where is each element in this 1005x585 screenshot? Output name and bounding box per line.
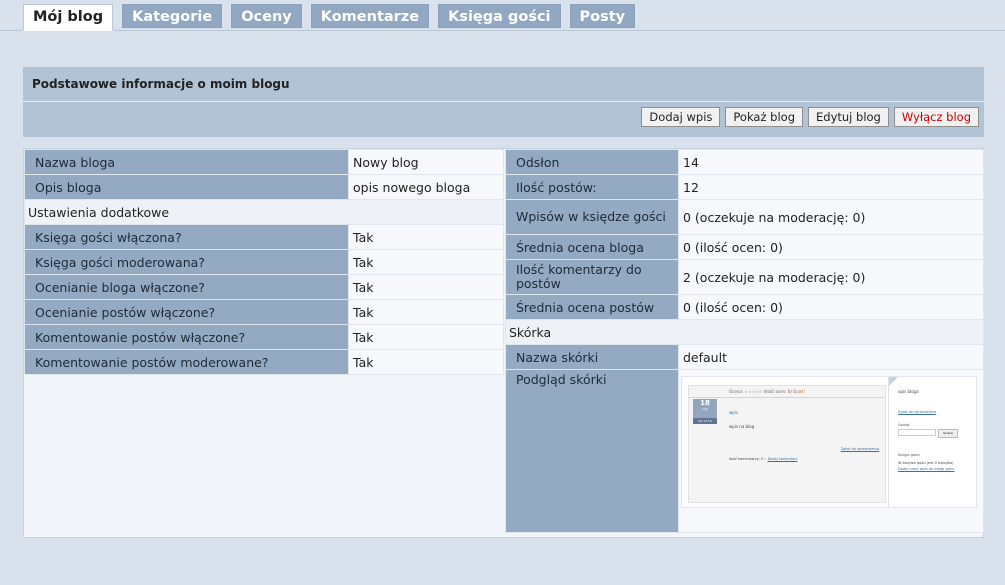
preview-guestbook-title: Księga gości — [898, 453, 920, 457]
panel-title: Podstawowe informacje o moim blogu — [32, 77, 290, 91]
preview-corner-fold — [889, 377, 898, 386]
panel-divider — [23, 101, 984, 102]
edit-blog-button[interactable]: Edytuj blog — [808, 107, 889, 127]
show-blog-button[interactable]: Pokaż blog — [725, 107, 803, 127]
setting-label: Księga gości włączona? — [24, 224, 349, 250]
stat-label: Ilość postów: — [505, 174, 679, 200]
stat-value: 0 (oczekuje na moderację: 0) — [678, 199, 984, 235]
preview-date-time: 00:17:16 — [693, 418, 717, 424]
skin-name-label: Nazwa skórki — [505, 344, 679, 370]
table-row: Ilość komentarzy do postów 2 (oczekuje n… — [505, 259, 984, 295]
section-heading-settings: Ustawienia dodatkowe — [24, 199, 504, 225]
preview-post-body: wpis na blog — [729, 424, 755, 429]
table-row: Ocenianie bloga włączone? Tak — [24, 274, 504, 300]
add-post-button[interactable]: Dodaj wpis — [641, 107, 721, 127]
preview-side-desc: opis bloga — [898, 389, 919, 394]
stat-value: 14 — [678, 149, 984, 175]
table-row: Opis bloga opis nowego bloga — [24, 174, 504, 200]
table-row: Odsłon 14 — [505, 149, 984, 175]
stat-value: 12 — [678, 174, 984, 200]
preview-search-button: Szukaj — [938, 429, 958, 438]
stat-label: Średnia ocena bloga — [505, 234, 679, 260]
table-row: Skórka — [505, 319, 984, 345]
setting-value: Tak — [348, 274, 504, 300]
blog-desc-value: opis nowego bloga — [348, 174, 504, 200]
stat-value: 0 (ilość ocen: 0) — [678, 294, 984, 320]
preview-side-report: Zgłoś do sprawdzenia — [898, 410, 937, 414]
table-row: Wpisów w księdze gości 0 (oczekuje na mo… — [505, 199, 984, 235]
setting-label: Komentowanie postów włączone? — [24, 324, 349, 350]
blog-settings-table: Nazwa bloga Nowy blog Opis bloga opis no… — [24, 149, 504, 375]
tab-bar: Mój blog Kategorie Oceny Komentarze Księ… — [23, 4, 644, 31]
table-row: Komentowanie postów moderowane? Tak — [24, 349, 504, 375]
preview-main-column: Ocena: ☆☆☆☆☆ (Ilość ocen: 0) Oceń! 18 lu… — [688, 385, 886, 503]
setting-label: Komentowanie postów moderowane? — [24, 349, 349, 375]
blog-desc-label: Opis bloga — [24, 174, 349, 200]
tab-categories[interactable]: Kategorie — [122, 4, 223, 28]
setting-value: Tak — [348, 324, 504, 350]
table-row: Komentowanie postów włączone? Tak — [24, 324, 504, 350]
preview-date-day: 18 — [700, 399, 710, 407]
stat-label: Ilość komentarzy do postów — [505, 259, 679, 295]
table-row: Nazwa bloga Nowy blog — [24, 149, 504, 175]
section-heading-skin: Skórka — [505, 319, 984, 345]
preview-post-title: wpis — [729, 410, 739, 415]
setting-value: Tak — [348, 249, 504, 275]
skin-name-value: default — [678, 344, 984, 370]
tab-my-blog[interactable]: Mój blog — [23, 4, 114, 31]
setting-label: Księga gości moderowana? — [24, 249, 349, 275]
action-toolbar: Dodaj wpis Pokaż blog Edytuj blog Wyłącz… — [641, 107, 979, 127]
top-bar: Mój blog Kategorie Oceny Komentarze Księ… — [0, 0, 1005, 31]
skin-preview-label: Podgląd skórki — [505, 369, 679, 533]
preview-report-link: Zgłoś do sprawdzenia — [840, 447, 879, 451]
stat-label: Wpisów w księdze gości — [505, 199, 679, 235]
table-row: Księga gości moderowana? Tak — [24, 249, 504, 275]
tab-ratings[interactable]: Oceny — [231, 4, 302, 28]
preview-sidebar: opis bloga Zgłoś do sprawdzenia Szukaj: … — [888, 377, 976, 507]
preview-comments-text: Ilość komentarzy: 0 :: — [729, 457, 767, 461]
table-row: Średnia ocena bloga 0 (ilość ocen: 0) — [505, 234, 984, 260]
disable-blog-button[interactable]: Wyłącz blog — [893, 107, 979, 127]
table-row: Ustawienia dodatkowe — [24, 199, 504, 225]
setting-value: Tak — [348, 299, 504, 325]
preview-search-label: Szukaj: — [898, 423, 911, 427]
preview-comments-link: Dodaj komentarz — [767, 457, 798, 461]
content-area: Nazwa bloga Nowy blog Opis bloga opis no… — [23, 148, 984, 538]
table-row: Księga gości włączona? Tak — [24, 224, 504, 250]
table-row: Ocenianie postów włączone? Tak — [24, 299, 504, 325]
preview-guestbook-link: Dodaj nowy wpis do księgi gości — [898, 467, 955, 471]
setting-label: Ocenianie bloga włączone? — [24, 274, 349, 300]
preview-guestbook-text: W księdze gości jest 0 wpis(ów) — [898, 461, 954, 465]
preview-rating-text: Ocena: ☆☆☆☆☆ (Ilość ocen: 0) — [729, 389, 792, 394]
skin-preview-thumbnail: Ocena: ☆☆☆☆☆ (Ilość ocen: 0) Oceń! 18 lu… — [681, 376, 977, 508]
tab-comments[interactable]: Komentarze — [310, 4, 430, 28]
setting-value: Tak — [348, 349, 504, 375]
preview-rating: Ocena: ☆☆☆☆☆ (Ilość ocen: 0) Oceń! — [729, 389, 805, 394]
blog-name-label: Nazwa bloga — [24, 149, 349, 175]
tab-posts[interactable]: Posty — [569, 4, 636, 28]
table-row: Średnia ocena postów 0 (ilość ocen: 0) — [505, 294, 984, 320]
stat-value: 0 (ilość ocen: 0) — [678, 234, 984, 260]
stat-label: Średnia ocena postów — [505, 294, 679, 320]
setting-value: Tak — [348, 224, 504, 250]
preview-rating-link: Oceń! — [793, 389, 806, 394]
table-row: Ilość postów: 12 — [505, 174, 984, 200]
preview-comments: Ilość komentarzy: 0 :: Dodaj komentarz — [729, 457, 797, 461]
blog-stats-table: Odsłon 14 Ilość postów: 12 Wpisów w księ… — [505, 149, 984, 533]
preview-date-month: luty — [702, 407, 708, 411]
preview-divider — [689, 397, 885, 398]
skin-preview-cell: Ocena: ☆☆☆☆☆ (Ilość ocen: 0) Oceń! 18 lu… — [678, 369, 984, 533]
stat-label: Odsłon — [505, 149, 679, 175]
stat-value: 2 (oczekuje na moderację: 0) — [678, 259, 984, 295]
preview-date-badge: 18 luty — [693, 399, 717, 418]
tab-guestbook[interactable]: Księga gości — [438, 4, 561, 28]
blog-name-value: Nowy blog — [348, 149, 504, 175]
setting-label: Ocenianie postów włączone? — [24, 299, 349, 325]
table-row: Podgląd skórki Ocena: ☆☆☆☆☆ (Ilość ocen:… — [505, 369, 984, 533]
info-panel-header: Podstawowe informacje o moim blogu Dodaj… — [23, 67, 984, 137]
preview-search-input — [898, 429, 936, 436]
table-row: Nazwa skórki default — [505, 344, 984, 370]
